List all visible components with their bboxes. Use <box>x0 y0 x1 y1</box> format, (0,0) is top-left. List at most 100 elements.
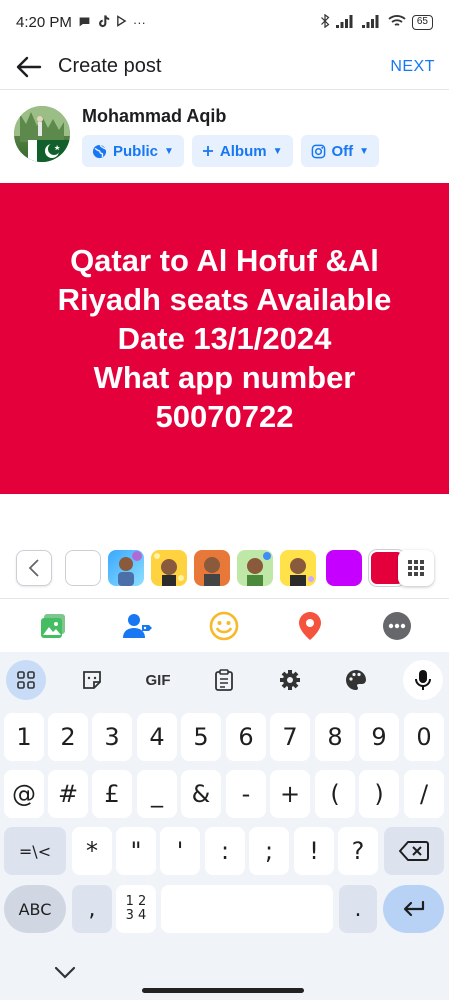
sticker-button[interactable] <box>72 660 112 700</box>
key-period[interactable]: . <box>339 885 377 933</box>
space-key[interactable] <box>161 885 333 933</box>
key-open-paren[interactable]: ( <box>315 770 355 818</box>
microphone-icon <box>415 670 431 690</box>
keyboard-toolbar: GIF <box>0 652 449 704</box>
enter-key[interactable] <box>383 885 444 933</box>
key-pound[interactable]: £ <box>92 770 132 818</box>
key-7[interactable]: 7 <box>270 713 310 761</box>
status-time: 4:20 PM <box>16 13 72 31</box>
key-colon[interactable]: : <box>205 827 245 875</box>
page-title: Create post <box>58 55 162 77</box>
create-post-header: Create post NEXT <box>0 44 449 90</box>
key-single-quote[interactable]: ' <box>160 827 200 875</box>
key-asterisk[interactable]: * <box>72 827 112 875</box>
signal-icon <box>335 14 356 30</box>
gif-button[interactable]: GIF <box>138 660 178 700</box>
numpad-key[interactable]: 1 2 3 4 <box>116 885 156 933</box>
bg-swatch-white[interactable] <box>65 550 101 586</box>
user-name: Mohammad Aqib <box>82 106 227 126</box>
audience-selector[interactable]: Public ▼ <box>82 135 184 167</box>
back-button[interactable] <box>14 52 44 82</box>
backspace-icon <box>399 841 429 861</box>
key-at[interactable]: @ <box>4 770 44 818</box>
post-text-area[interactable]: Qatar to Al Hofuf &Al Riyadh seats Avail… <box>0 183 449 494</box>
apps-button[interactable] <box>6 660 46 700</box>
key-underscore[interactable]: _ <box>137 770 177 818</box>
more-notifications-icon: ··· <box>132 14 146 30</box>
bluetooth-icon <box>320 13 330 30</box>
settings-button[interactable] <box>270 660 310 700</box>
numpad-key-line-2: 3 4 <box>125 908 147 923</box>
abc-key[interactable]: ABC <box>4 885 66 933</box>
home-indicator[interactable] <box>142 988 304 993</box>
key-slash[interactable]: / <box>404 770 444 818</box>
feeling-button[interactable] <box>207 609 241 643</box>
backspace-key[interactable] <box>384 827 444 875</box>
key-question[interactable]: ? <box>338 827 378 875</box>
key-6[interactable]: 6 <box>226 713 266 761</box>
audience-label: Public <box>113 142 159 160</box>
album-selector[interactable]: Album ▼ <box>191 135 293 167</box>
hide-keyboard-chevron-icon[interactable] <box>50 958 80 988</box>
bg-swatch-avatar-yellow[interactable] <box>151 550 187 586</box>
next-button[interactable]: NEXT <box>390 58 435 76</box>
key-exclamation[interactable]: ! <box>294 827 334 875</box>
grid-icon <box>408 560 424 576</box>
key-comma[interactable]: , <box>72 885 112 933</box>
plus-icon <box>202 146 213 156</box>
caret-down-icon: ▼ <box>164 145 174 157</box>
bg-swatch-avatar-green[interactable] <box>237 550 273 586</box>
more-symbols-key[interactable]: =\< <box>4 827 66 875</box>
add-photo-button[interactable] <box>36 609 70 643</box>
message-icon <box>78 15 91 30</box>
tiktok-icon <box>97 14 110 30</box>
bg-swatch-avatar-yellow-2[interactable] <box>280 550 316 586</box>
key-minus[interactable]: - <box>226 770 266 818</box>
feeling-icon <box>209 611 239 641</box>
key-close-paren[interactable]: ) <box>359 770 399 818</box>
clipboard-icon <box>215 669 233 691</box>
collapse-picker-button[interactable] <box>16 550 52 586</box>
instagram-share-toggle[interactable]: Off ▼ <box>300 135 380 167</box>
status-bar: 4:20 PM ··· 65 <box>0 0 449 44</box>
bg-swatch-purple[interactable] <box>326 550 362 586</box>
key-hash[interactable]: # <box>48 770 88 818</box>
key-4[interactable]: 4 <box>137 713 177 761</box>
play-store-icon <box>116 15 127 29</box>
post-text[interactable]: Qatar to Al Hofuf &Al Riyadh seats Avail… <box>58 241 392 436</box>
more-options-button[interactable] <box>380 609 414 643</box>
key-2[interactable]: 2 <box>48 713 88 761</box>
more-backgrounds-button[interactable] <box>398 550 434 586</box>
apps-grid-icon <box>17 671 35 689</box>
signal-2-icon <box>361 14 382 30</box>
caret-down-icon: ▼ <box>272 145 283 157</box>
post-author-row: Mohammad Aqib Public ▼ Album ▼ Off ▼ <box>0 100 449 180</box>
bg-swatch-avatar-blue[interactable] <box>108 550 144 586</box>
tag-people-icon <box>123 614 152 638</box>
key-8[interactable]: 8 <box>315 713 355 761</box>
tag-people-button[interactable] <box>121 609 155 643</box>
key-3[interactable]: 3 <box>92 713 132 761</box>
check-in-button[interactable] <box>293 609 327 643</box>
key-plus[interactable]: + <box>270 770 310 818</box>
avatar[interactable] <box>14 106 70 162</box>
globe-icon <box>92 144 107 158</box>
caret-down-icon: ▼ <box>359 145 370 157</box>
key-1[interactable]: 1 <box>4 713 44 761</box>
key-ampersand[interactable]: & <box>181 770 221 818</box>
key-5[interactable]: 5 <box>181 713 221 761</box>
numpad-key-line-1: 1 2 <box>125 894 147 909</box>
post-action-bar <box>0 598 449 652</box>
theme-button[interactable] <box>336 660 376 700</box>
key-9[interactable]: 9 <box>359 713 399 761</box>
key-semicolon[interactable]: ; <box>249 827 289 875</box>
clipboard-button[interactable] <box>204 660 244 700</box>
chevron-left-icon <box>28 559 39 577</box>
voice-input-button[interactable] <box>403 660 443 700</box>
sticker-icon <box>83 671 101 689</box>
gear-icon <box>280 670 300 690</box>
key-double-quote[interactable]: " <box>116 827 156 875</box>
key-0[interactable]: 0 <box>404 713 444 761</box>
enter-icon <box>403 900 424 917</box>
bg-swatch-avatar-orange[interactable] <box>194 550 230 586</box>
